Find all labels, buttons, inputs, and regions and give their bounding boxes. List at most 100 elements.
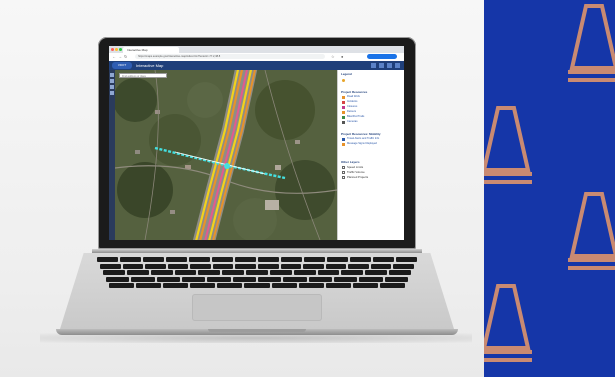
map-view[interactable]: Find address or place — [115, 70, 337, 240]
checkbox-icon[interactable] — [342, 176, 345, 179]
keyboard-key — [120, 257, 141, 262]
layer-item[interactable]: Message Signs Displayed — [347, 142, 377, 145]
keyboard-key — [174, 270, 197, 276]
layer-icon — [342, 138, 345, 141]
home-icon[interactable] — [110, 85, 114, 89]
layer-icon — [342, 116, 345, 119]
keyboard-key — [393, 263, 414, 269]
layer-item[interactable]: Road Work — [347, 95, 360, 98]
keyboard-key — [379, 283, 405, 289]
profile-icon[interactable]: ● — [341, 54, 343, 60]
keyboard-key — [396, 257, 417, 262]
map-search-input[interactable]: Find address or place — [119, 73, 167, 78]
traffic-cone-icon — [484, 106, 532, 184]
keyboard-key — [325, 263, 347, 269]
layer-item[interactable]: Cameras — [347, 120, 358, 123]
keyboard — [96, 257, 418, 290]
section-heading: Project Resources — [341, 90, 368, 94]
keyboard-key — [136, 283, 162, 289]
layer-item[interactable]: Detours — [347, 110, 356, 113]
menu-icon[interactable] — [395, 63, 400, 68]
keyboard-key — [359, 276, 383, 282]
keyboard-key — [167, 263, 189, 269]
layer-item[interactable]: Closures — [347, 105, 357, 108]
keyboard-key — [244, 283, 270, 289]
star-icon[interactable]: ☆ — [331, 54, 335, 60]
reload-icon[interactable]: ↻ — [124, 54, 127, 60]
section-heading: Other Layers — [341, 160, 360, 164]
keyboard-key — [156, 276, 180, 282]
browser-action-button[interactable] — [367, 54, 397, 59]
keyboard-key — [271, 283, 297, 289]
keyboard-key — [281, 257, 302, 262]
brand-panel — [484, 0, 615, 377]
layer-icon — [342, 106, 345, 109]
keyboard-key — [190, 263, 211, 269]
keyboard-key — [207, 276, 231, 282]
keyboard-key — [103, 270, 125, 276]
keyboard-key — [298, 283, 324, 289]
keyboard-key — [348, 263, 369, 269]
checkbox-icon[interactable] — [342, 171, 345, 174]
keyboard-key — [308, 276, 332, 282]
keyboard-key — [182, 276, 206, 282]
browser-tab-strip: Interactive Map — [109, 46, 404, 53]
layer-item[interactable]: Speed Limits — [347, 165, 363, 169]
minimize-window-icon[interactable] — [115, 48, 118, 51]
keyboard-key — [325, 283, 351, 289]
zoom-out-icon[interactable] — [110, 79, 114, 83]
section-heading: Project Resources: Mobility — [341, 132, 381, 136]
layer-item[interactable]: Travel Alerts and Traffic Info — [347, 137, 379, 140]
app-title: Interactive Map — [136, 63, 164, 68]
keyboard-key — [334, 276, 358, 282]
keyboard-key — [212, 263, 234, 269]
layer-item[interactable]: Traffic Volume — [347, 170, 365, 174]
keyboard-key — [212, 257, 233, 262]
aerial-imagery — [115, 70, 337, 240]
keyboard-key — [122, 263, 144, 269]
keyboard-key — [341, 270, 364, 276]
keyboard-key — [143, 257, 164, 262]
keyboard-key — [269, 270, 292, 276]
address-bar[interactable]: https://maps.example.gov/interactive-map… — [135, 54, 325, 59]
layer-icon — [342, 101, 345, 104]
checkbox-icon[interactable] — [342, 166, 345, 169]
keyboard-key — [317, 270, 340, 276]
keyboard-key — [145, 263, 166, 269]
traffic-cone-icon — [568, 4, 615, 82]
keyboard-key — [373, 257, 394, 262]
keyboard-key — [189, 257, 210, 262]
keyboard-key — [150, 270, 173, 276]
keyboard-key — [258, 257, 279, 262]
keyboard-key — [258, 276, 282, 282]
layers-icon[interactable] — [371, 63, 376, 68]
side-panel: Legend Project Resources Road Work Incid… — [337, 70, 404, 240]
keyboard-key — [258, 263, 279, 269]
keyboard-key — [246, 270, 268, 276]
locate-icon[interactable] — [110, 91, 114, 95]
laptop-hinge — [92, 249, 422, 253]
app-header: VDOT Interactive Map — [109, 61, 404, 70]
keyboard-key — [350, 257, 371, 262]
maximize-window-icon[interactable] — [119, 48, 122, 51]
share-icon[interactable] — [387, 63, 392, 68]
keyboard-key — [365, 270, 388, 276]
basemap-icon[interactable] — [379, 63, 384, 68]
layer-item[interactable]: Incidents — [347, 100, 357, 103]
keyboard-key — [235, 263, 256, 269]
layer-item[interactable]: Planned Projects — [347, 175, 368, 179]
keyboard-key — [389, 270, 411, 276]
forward-icon[interactable]: → — [118, 54, 122, 60]
layer-icon — [342, 111, 345, 114]
close-window-icon[interactable] — [111, 48, 114, 51]
keyboard-key — [303, 263, 324, 269]
back-icon[interactable]: ← — [112, 54, 116, 60]
layer-item[interactable]: Bike/Ped Trails — [347, 115, 364, 118]
keyboard-key — [100, 263, 121, 269]
trackpad — [192, 294, 322, 321]
side-panel-title: Legend — [341, 72, 352, 76]
zoom-in-icon[interactable] — [110, 73, 114, 77]
traffic-cone-icon — [484, 284, 532, 362]
camera-icon — [342, 121, 345, 124]
keyboard-key — [293, 270, 316, 276]
